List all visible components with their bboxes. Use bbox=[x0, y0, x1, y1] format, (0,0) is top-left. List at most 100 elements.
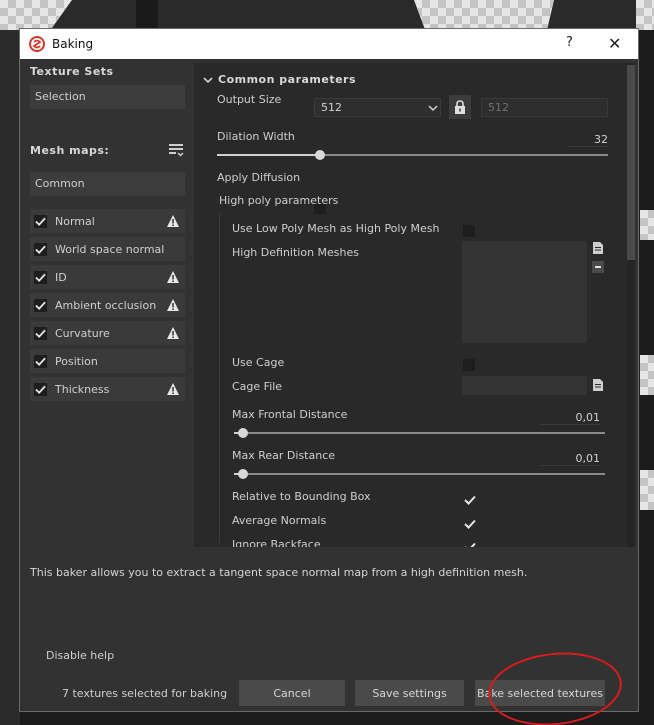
dialog-title: Baking bbox=[52, 37, 94, 51]
mesh-map-label: Thickness bbox=[55, 382, 110, 396]
dialog-titlebar: Baking ? ✕ bbox=[20, 29, 638, 59]
checkmark-icon bbox=[35, 385, 46, 394]
max-rear-slider[interactable] bbox=[234, 469, 605, 479]
hd-meshes-list[interactable] bbox=[462, 241, 587, 343]
mesh-map-checkbox[interactable] bbox=[34, 354, 47, 368]
ignore-backface-label: Ignore Backface bbox=[232, 538, 321, 547]
mesh-map-checkbox[interactable] bbox=[34, 214, 47, 228]
remove-mesh-button[interactable] bbox=[592, 261, 604, 273]
mesh-maps-common[interactable]: Common bbox=[30, 172, 185, 196]
mesh-map-item[interactable]: Curvature bbox=[30, 321, 185, 345]
mesh-map-checkbox[interactable] bbox=[34, 382, 47, 396]
apply-diffusion-label: Apply Diffusion bbox=[217, 171, 301, 184]
add-file-icon[interactable] bbox=[592, 241, 604, 255]
baking-dialog: Baking ? ✕ Texture Sets Selection Mesh m… bbox=[19, 28, 639, 712]
left-column: Texture Sets Selection Mesh maps: Common… bbox=[30, 65, 185, 405]
high-poly-title: High poly parameters bbox=[219, 194, 339, 207]
slider-track bbox=[234, 432, 605, 434]
average-normals-checkbox[interactable] bbox=[464, 518, 476, 530]
dilation-width-value[interactable]: 32 bbox=[568, 133, 608, 147]
checkmark-icon bbox=[35, 357, 46, 366]
mesh-map-checkbox[interactable] bbox=[34, 270, 47, 284]
mesh-map-item[interactable]: Thickness bbox=[30, 377, 185, 401]
use-cage-label: Use Cage bbox=[232, 356, 285, 369]
transparency-checker bbox=[414, 0, 554, 30]
warning-icon bbox=[167, 383, 179, 395]
mesh-map-list: Normal World space normal ID Ambient occlus… bbox=[30, 209, 185, 401]
chevron-down-icon[interactable] bbox=[203, 75, 213, 85]
mesh-map-item[interactable]: Normal bbox=[30, 209, 185, 233]
warning-icon bbox=[167, 299, 179, 311]
common-parameters-title: Common parameters bbox=[218, 73, 357, 86]
max-frontal-value[interactable]: 0,01 bbox=[540, 411, 600, 425]
dilation-width-slider[interactable] bbox=[217, 150, 608, 160]
slider-track bbox=[234, 473, 605, 475]
transparency-checker bbox=[640, 470, 654, 510]
mesh-maps-header: Mesh maps: bbox=[30, 142, 185, 158]
filter-list-icon[interactable] bbox=[169, 142, 185, 158]
mesh-map-label: Ambient occlusion bbox=[55, 298, 157, 312]
average-normals-label: Average Normals bbox=[232, 514, 327, 527]
mesh-map-checkbox[interactable] bbox=[34, 242, 47, 256]
selected-count: 7 textures selected for baking bbox=[62, 687, 228, 700]
lock-toggle[interactable] bbox=[449, 95, 471, 119]
app-dark-strip bbox=[136, 0, 158, 30]
checkmark-icon bbox=[35, 273, 46, 282]
cage-file-field[interactable] bbox=[462, 376, 587, 395]
transparency-checker bbox=[640, 355, 654, 395]
max-rear-value[interactable]: 0,01 bbox=[540, 452, 600, 466]
max-frontal-slider[interactable] bbox=[234, 428, 605, 438]
output-size-locked-value: 512 bbox=[488, 101, 509, 114]
texture-set-selection[interactable]: Selection bbox=[30, 85, 185, 109]
mesh-map-label: ID bbox=[55, 270, 67, 284]
output-size-dropdown[interactable]: 512 bbox=[314, 98, 441, 117]
output-size-locked-field: 512 bbox=[481, 98, 608, 117]
use-low-poly-checkbox[interactable] bbox=[463, 225, 475, 237]
ignore-backface-checkbox[interactable] bbox=[464, 541, 476, 547]
scrollbar-thumb[interactable] bbox=[627, 65, 635, 260]
slider-knob[interactable] bbox=[237, 469, 248, 479]
output-size-value: 512 bbox=[321, 101, 342, 114]
indent-divider bbox=[219, 213, 220, 543]
mesh-map-checkbox[interactable] bbox=[34, 298, 47, 312]
warning-icon bbox=[167, 327, 179, 339]
output-size-label: Output Size bbox=[217, 93, 282, 106]
chevron-down-icon bbox=[428, 105, 438, 112]
mesh-map-item[interactable]: Ambient occlusion bbox=[30, 293, 185, 317]
use-cage-checkbox[interactable] bbox=[463, 359, 475, 371]
mesh-map-item[interactable]: Position bbox=[30, 349, 185, 373]
checkmark-icon bbox=[35, 301, 46, 310]
use-low-poly-label: Use Low Poly Mesh as High Poly Mesh bbox=[232, 222, 440, 235]
slider-knob[interactable] bbox=[237, 428, 248, 438]
cancel-button[interactable]: Cancel bbox=[239, 680, 345, 706]
app-left-panel bbox=[0, 0, 20, 725]
dilation-width-label: Dilation Width bbox=[217, 130, 295, 143]
checkmark-icon bbox=[35, 217, 46, 226]
mesh-map-label: Normal bbox=[55, 214, 95, 228]
save-settings-button[interactable]: Save settings bbox=[355, 680, 464, 706]
mesh-map-label: Curvature bbox=[55, 326, 110, 340]
mesh-map-checkbox[interactable] bbox=[34, 326, 47, 340]
checkmark-icon bbox=[35, 245, 46, 254]
hd-meshes-label: High Definition Meshes bbox=[232, 246, 359, 259]
parameters-scrollbar[interactable] bbox=[627, 63, 635, 547]
slider-fill bbox=[217, 154, 320, 156]
disable-help-link[interactable]: Disable help bbox=[46, 649, 114, 662]
app-background-bar bbox=[0, 0, 654, 30]
slider-knob[interactable] bbox=[314, 150, 325, 160]
warning-icon bbox=[167, 215, 179, 227]
relative-bbox-checkbox[interactable] bbox=[464, 494, 476, 506]
help-icon[interactable]: ? bbox=[566, 35, 573, 50]
texture-sets-title: Texture Sets bbox=[30, 65, 114, 78]
mesh-map-item[interactable]: World space normal bbox=[30, 237, 185, 261]
minus-icon bbox=[595, 266, 601, 268]
file-icon[interactable] bbox=[592, 378, 604, 392]
checkmark-icon bbox=[35, 329, 46, 338]
close-icon[interactable]: ✕ bbox=[608, 34, 621, 53]
mesh-map-item[interactable]: ID bbox=[30, 265, 185, 289]
lock-icon bbox=[455, 100, 465, 114]
transparency-checker bbox=[640, 210, 654, 240]
max-frontal-label: Max Frontal Distance bbox=[232, 408, 348, 421]
parameters-panel: Common parameters Output Size 512 512 Di… bbox=[194, 63, 629, 547]
max-rear-label: Max Rear Distance bbox=[232, 449, 336, 462]
